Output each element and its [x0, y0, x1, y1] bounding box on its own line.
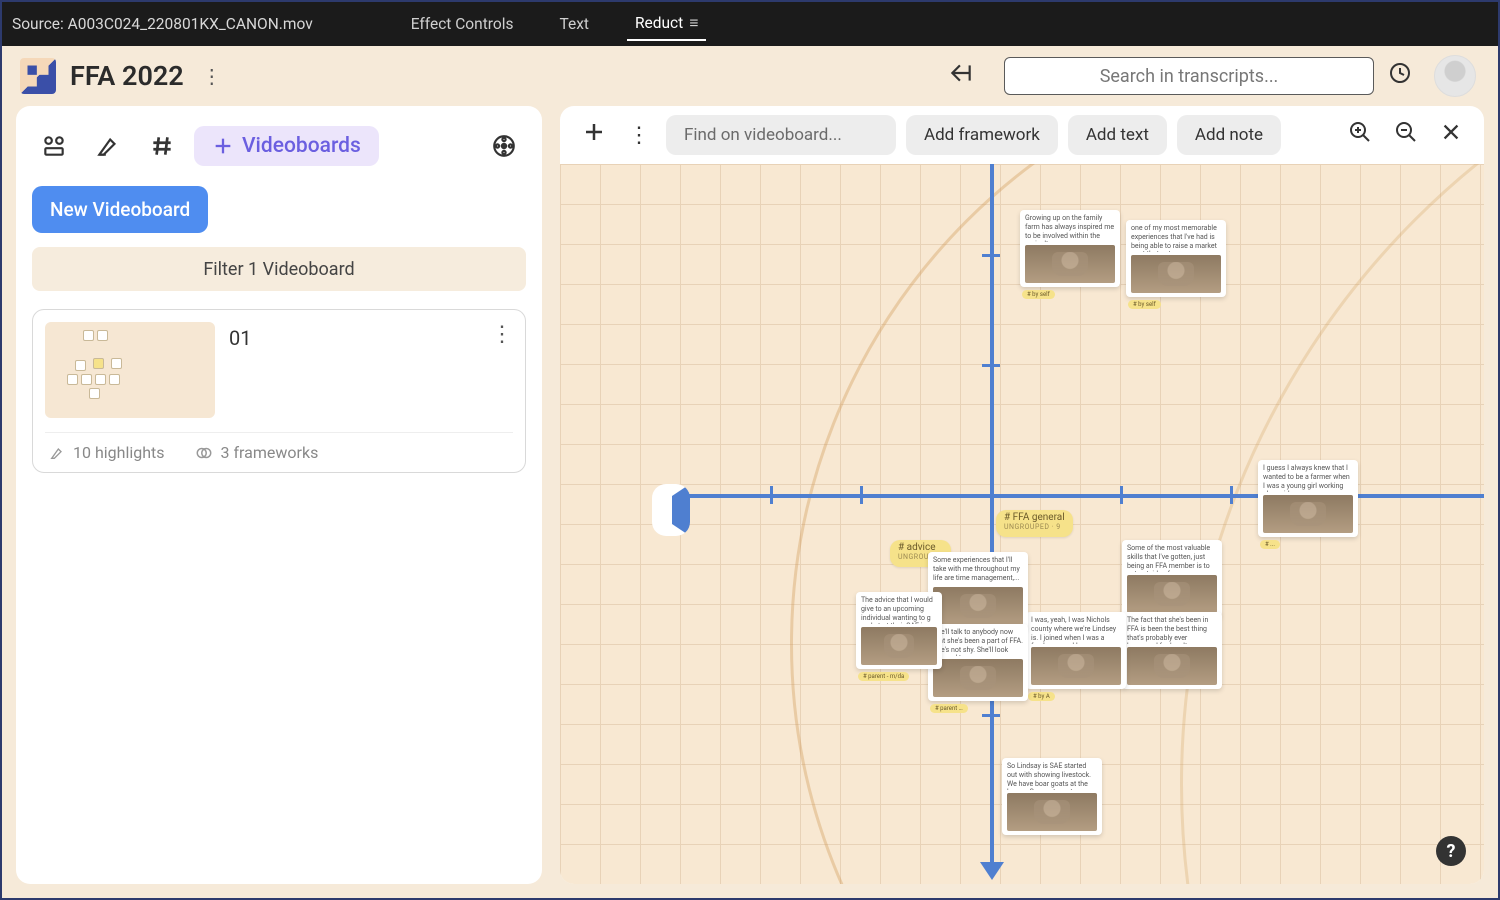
frameworks-count: 3 frameworks: [195, 443, 319, 462]
canvas-toolbar: ⋮ Find on videoboard... Add framework Ad…: [560, 106, 1484, 164]
videoboards-tab-label: Videoboards: [242, 134, 361, 158]
videoboard-menu-button[interactable]: ⋮: [491, 322, 513, 347]
add-text-button[interactable]: Add text: [1068, 115, 1167, 155]
history-icon[interactable]: [1388, 61, 1412, 91]
clip-card[interactable]: She'll talk to anybody now that she's be…: [928, 624, 1028, 701]
clip-card[interactable]: The advice that I would give to an upcom…: [856, 592, 942, 669]
clips-tab-icon[interactable]: [32, 124, 76, 168]
videoboard-meta: 10 highlights 3 frameworks: [45, 432, 513, 462]
add-note-button[interactable]: Add note: [1177, 115, 1281, 155]
tags-tab-icon[interactable]: [140, 124, 184, 168]
clip-badge: # by self: [1128, 300, 1161, 310]
clip-card[interactable]: Some experiences that I'll take with me …: [928, 552, 1028, 629]
tab-text[interactable]: Text: [552, 9, 597, 39]
axis-tick: [1120, 486, 1123, 504]
axis-tick: [1230, 486, 1233, 504]
find-on-videoboard-input[interactable]: Find on videoboard...: [666, 115, 896, 155]
axis-vertical: [990, 164, 994, 874]
user-avatar[interactable]: [1434, 55, 1476, 97]
project-title: FFA 2022: [70, 60, 184, 92]
highlights-tab-icon[interactable]: [86, 124, 130, 168]
videoboard-name: 01: [229, 322, 251, 350]
videoboards-tab[interactable]: Videoboards: [194, 126, 379, 166]
axis-tick: [982, 714, 1000, 717]
app-frame: FFA 2022 ⋮ Search in transcripts...: [0, 46, 1500, 900]
reels-tab-icon[interactable]: [482, 124, 526, 168]
clip-card[interactable]: Growing up on the family farm has always…: [1020, 210, 1120, 287]
hamburger-icon[interactable]: ≡: [689, 14, 698, 32]
axis-tick: [860, 486, 863, 504]
app-header: FFA 2022 ⋮ Search in transcripts...: [2, 46, 1498, 106]
axis-tick: [770, 486, 773, 504]
clip-badge: # by self: [1022, 290, 1055, 300]
axis-tick: [982, 364, 1000, 367]
new-videoboard-button[interactable]: New Videoboard: [32, 186, 208, 233]
axis-tick: [982, 254, 1000, 257]
canvas-panel: ⋮ Find on videoboard... Add framework Ad…: [560, 106, 1484, 884]
zoom-in-icon[interactable]: [1342, 114, 1378, 157]
clip-badge: # parent - m/da: [858, 672, 909, 682]
arrow-left-icon: [652, 484, 690, 536]
main-split: Videoboards New Videoboard Filter 1 Vide…: [2, 106, 1498, 898]
canvas-menu-button[interactable]: ⋮: [622, 117, 656, 154]
clip-card[interactable]: I guess I always knew that I wanted to b…: [1258, 460, 1358, 537]
app-logo[interactable]: [20, 58, 56, 94]
left-panel: Videoboards New Videoboard Filter 1 Vide…: [16, 106, 542, 884]
header-right: [1388, 55, 1476, 97]
project-menu-button[interactable]: ⋮: [198, 60, 226, 92]
highlights-count: 10 highlights: [49, 443, 165, 462]
source-label: Source: A003C024_220801KX_CANON.mov: [12, 15, 313, 33]
clip-card[interactable]: The fact that she's been in FFA is been …: [1122, 612, 1222, 689]
help-button[interactable]: ?: [1436, 836, 1466, 866]
videoboard-thumbnail: [45, 322, 215, 418]
tab-effect-controls[interactable]: Effect Controls: [403, 9, 522, 39]
back-to-editor-icon[interactable]: [948, 60, 974, 92]
zoom-out-icon[interactable]: [1388, 114, 1424, 157]
clip-badge: # by A: [1028, 692, 1055, 702]
add-framework-button[interactable]: Add framework: [906, 115, 1058, 155]
axis-horizontal: [660, 494, 1484, 498]
filter-label: Filter 1 Videoboard: [203, 259, 354, 280]
clip-card[interactable]: one of my most memorable experiences tha…: [1126, 220, 1226, 297]
source-filename: A003C024_220801KX_CANON.mov: [68, 15, 313, 33]
search-input[interactable]: Search in transcripts...: [1004, 57, 1374, 95]
left-tabs: Videoboards: [26, 120, 532, 182]
tab-reduct[interactable]: Reduct≡: [627, 8, 706, 41]
clip-card[interactable]: So Lindsay is SAE started out with showi…: [1002, 758, 1102, 835]
source-prefix: Source:: [12, 15, 68, 33]
tag-ffa-general[interactable]: # FFA general UNGROUPED · 9: [996, 510, 1073, 537]
videoboard-canvas[interactable]: # advice UNGROUPED # FFA general UNGROUP…: [560, 164, 1484, 884]
filter-bar[interactable]: Filter 1 Videoboard: [32, 247, 526, 291]
clip-card[interactable]: Some of the most valuable skills that I'…: [1122, 540, 1222, 617]
host-tabstrip: Source: A003C024_220801KX_CANON.mov Effe…: [0, 0, 1500, 46]
arrow-down-icon: [980, 862, 1004, 880]
close-icon[interactable]: [1434, 114, 1468, 156]
add-icon[interactable]: [576, 114, 612, 157]
search-placeholder: Search in transcripts...: [1100, 66, 1279, 87]
clip-badge: # ...: [1260, 540, 1280, 550]
clip-card[interactable]: I was, yeah, I was Nichols county where …: [1026, 612, 1126, 689]
clip-badge: # parent …: [930, 704, 968, 714]
videoboard-card[interactable]: 01 ⋮ 10 highlights 3 frameworks: [32, 309, 526, 473]
